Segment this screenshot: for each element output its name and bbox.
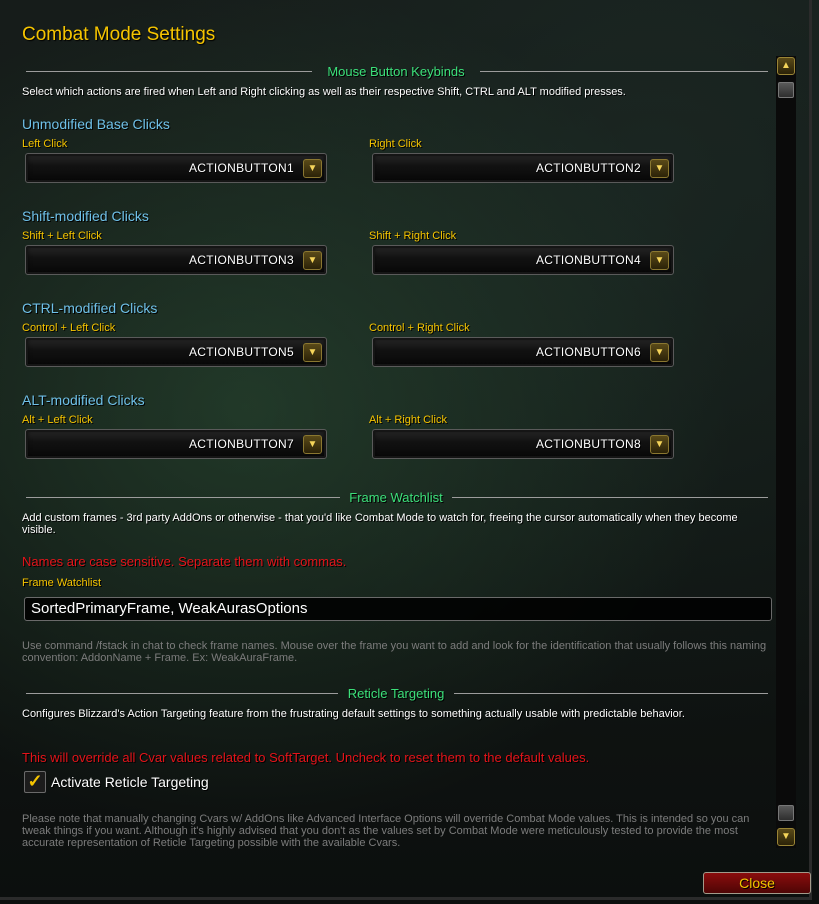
left-click-label: Left Click bbox=[22, 138, 68, 150]
separator-left bbox=[26, 71, 312, 72]
chevron-down-icon[interactable]: ▼ bbox=[650, 251, 669, 270]
window-title: Combat Mode Settings bbox=[22, 24, 216, 45]
scrollbar-track[interactable] bbox=[776, 56, 796, 848]
alt-right-click-label: Alt + Right Click bbox=[369, 414, 447, 426]
separator-right bbox=[480, 71, 768, 72]
dropdown-value: ACTIONBUTTON6 bbox=[535, 345, 641, 359]
dropdown-value: ACTIONBUTTON3 bbox=[188, 253, 294, 267]
shift-right-click-label: Shift + Right Click bbox=[369, 230, 457, 242]
chevron-down-icon[interactable]: ▼ bbox=[303, 251, 322, 270]
reticle-description: Configures Blizzard's Action Targeting f… bbox=[22, 708, 685, 720]
chevron-down-icon[interactable]: ▼ bbox=[303, 435, 322, 454]
separator-left bbox=[26, 497, 340, 498]
ctrl-left-click-dropdown[interactable]: ACTIONBUTTON5 ▼ bbox=[25, 337, 327, 367]
chevron-down-icon[interactable]: ▼ bbox=[303, 343, 322, 362]
right-click-dropdown[interactable]: ACTIONBUTTON2 ▼ bbox=[372, 153, 674, 183]
group-heading-shift: Shift-modified Clicks bbox=[22, 208, 149, 224]
close-button[interactable]: Close bbox=[703, 872, 811, 894]
dropdown-value: ACTIONBUTTON8 bbox=[535, 437, 641, 451]
settings-window: Combat Mode Settings Mouse Button Keybin… bbox=[0, 0, 819, 904]
watchlist-description: Add custom frames - 3rd party AddOns or … bbox=[22, 512, 738, 536]
dropdown-value: ACTIONBUTTON5 bbox=[188, 345, 294, 359]
frame-watchlist-input[interactable]: SortedPrimaryFrame, WeakAurasOptions bbox=[24, 597, 772, 621]
left-click-dropdown[interactable]: ACTIONBUTTON1 ▼ bbox=[25, 153, 327, 183]
section-title-watchlist: Frame Watchlist bbox=[349, 490, 443, 505]
dropdown-value: ACTIONBUTTON1 bbox=[188, 161, 294, 175]
watchlist-help: Use command /fstack in chat to check fra… bbox=[22, 640, 767, 664]
dropdown-value: ACTIONBUTTON2 bbox=[535, 161, 641, 175]
separator-right bbox=[454, 693, 768, 694]
right-click-label: Right Click bbox=[369, 138, 422, 150]
activate-reticle-label: Activate Reticle Targeting bbox=[51, 774, 209, 790]
chevron-down-icon[interactable]: ▼ bbox=[650, 343, 669, 362]
scrollbar-thumb-bottom[interactable] bbox=[778, 805, 794, 821]
chevron-down-icon[interactable]: ▼ bbox=[650, 435, 669, 454]
alt-right-click-dropdown[interactable]: ACTIONBUTTON8 ▼ bbox=[372, 429, 674, 459]
mouse-description: Select which actions are fired when Left… bbox=[22, 86, 626, 98]
chevron-down-icon[interactable]: ▼ bbox=[303, 159, 322, 178]
section-title-mouse: Mouse Button Keybinds bbox=[327, 64, 465, 79]
activate-reticle-checkbox[interactable]: ✓ bbox=[24, 771, 46, 793]
ctrl-right-click-label: Control + Right Click bbox=[369, 322, 470, 334]
checkmark-icon: ✓ bbox=[27, 771, 43, 791]
watchlist-field-label: Frame Watchlist bbox=[22, 577, 102, 589]
reticle-warning: This will override all Cvar values relat… bbox=[22, 750, 590, 765]
ctrl-right-click-dropdown[interactable]: ACTIONBUTTON6 ▼ bbox=[372, 337, 674, 367]
watchlist-warning: Names are case sensitive. Separate them … bbox=[22, 554, 347, 569]
shift-left-click-dropdown[interactable]: ACTIONBUTTON3 ▼ bbox=[25, 245, 327, 275]
group-heading-ctrl: CTRL-modified Clicks bbox=[22, 300, 158, 316]
ctrl-left-click-label: Control + Left Click bbox=[22, 322, 116, 334]
alt-left-click-dropdown[interactable]: ACTIONBUTTON7 ▼ bbox=[25, 429, 327, 459]
section-title-reticle: Reticle Targeting bbox=[347, 686, 445, 701]
group-heading-unmodified: Unmodified Base Clicks bbox=[22, 116, 170, 132]
chevron-down-icon[interactable]: ▼ bbox=[650, 159, 669, 178]
dropdown-value: ACTIONBUTTON7 bbox=[188, 437, 294, 451]
scroll-down-icon[interactable]: ▼ bbox=[777, 828, 795, 846]
shift-right-click-dropdown[interactable]: ACTIONBUTTON4 ▼ bbox=[372, 245, 674, 275]
dropdown-value: ACTIONBUTTON4 bbox=[535, 253, 641, 267]
scrollbar-thumb[interactable] bbox=[778, 82, 794, 98]
separator-left bbox=[26, 693, 338, 694]
shift-left-click-label: Shift + Left Click bbox=[22, 230, 102, 242]
group-heading-alt: ALT-modified Clicks bbox=[22, 392, 145, 408]
reticle-note: Please note that manually changing Cvars… bbox=[22, 813, 750, 849]
scroll-up-icon[interactable]: ▲ bbox=[777, 57, 795, 75]
separator-right bbox=[452, 497, 768, 498]
alt-left-click-label: Alt + Left Click bbox=[22, 414, 93, 426]
